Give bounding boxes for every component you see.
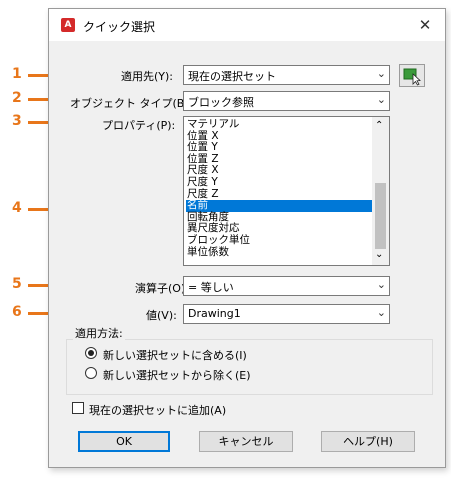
operator-label: 演算子(O):	[135, 282, 189, 295]
callout-2: 2	[12, 90, 22, 106]
include-radio-label[interactable]: 新しい選択セットに含める(I)	[103, 347, 247, 363]
properties-listbox[interactable]: マテリアル 位置 X 位置 Y 位置 Z 尺度 X 尺度 Y 尺度 Z 名前 回転角度 異尺度対応…	[183, 116, 390, 266]
value-label: 値(V):	[146, 309, 177, 322]
append-checkbox-label[interactable]: 現在の選択セットに追加(A)	[89, 402, 226, 418]
property-list-item[interactable]: 名前	[186, 200, 374, 212]
apply-method-legend: 適用方法:	[73, 325, 125, 341]
properties-label: プロパティ(P):	[102, 119, 176, 132]
object-type-value: ブロック参照	[188, 96, 254, 109]
callout-4: 4	[12, 200, 22, 216]
chevron-down-icon: ⌄	[376, 278, 386, 291]
property-list-item[interactable]: 位置 Y	[186, 142, 374, 154]
close-button[interactable]: ✕	[411, 13, 439, 37]
property-list-item[interactable]: 尺度 Z	[186, 188, 374, 201]
select-objects-icon	[403, 68, 421, 86]
chevron-down-icon: ⌄	[376, 306, 386, 319]
select-objects-button[interactable]	[399, 64, 425, 87]
window-title: クイック選択	[83, 20, 156, 34]
property-list-item[interactable]: マテリアル	[186, 118, 374, 131]
app-icon: A	[61, 18, 75, 32]
properties-scrollbar[interactable]: ⌃ ⌄	[372, 117, 389, 265]
value-value: Drawing1	[188, 307, 241, 320]
callout-3: 3	[12, 113, 22, 129]
chevron-down-icon: ⌄	[376, 93, 386, 106]
property-list-item[interactable]: ブロック単位	[186, 234, 374, 247]
value-dropdown[interactable]: Drawing1 ⌄	[183, 304, 390, 324]
exclude-radio[interactable]	[85, 367, 97, 379]
help-button[interactable]: ヘルプ(H)	[321, 431, 415, 452]
callout-1: 1	[12, 66, 22, 82]
callout-5: 5	[12, 276, 22, 292]
quick-select-dialog: A クイック選択 ✕ 適用先(Y): 現在の選択セット ⌄ オブジェクト タイプ…	[48, 8, 446, 468]
callout-6: 6	[12, 304, 22, 320]
exclude-radio-label[interactable]: 新しい選択セットから除く(E)	[103, 367, 251, 383]
operator-dropdown[interactable]: = 等しい ⌄	[183, 276, 390, 296]
scroll-up-icon[interactable]: ⌃	[375, 120, 383, 131]
cancel-button[interactable]: キャンセル	[199, 431, 293, 452]
property-list-item[interactable]: 単位係数	[186, 246, 374, 259]
apply-to-label: 適用先(Y):	[121, 70, 174, 83]
object-type-label: オブジェクト タイプ(B):	[70, 97, 193, 110]
scrollbar-thumb[interactable]	[375, 183, 386, 249]
chevron-down-icon: ⌄	[376, 67, 386, 80]
append-checkbox[interactable]	[72, 402, 84, 414]
object-type-dropdown[interactable]: ブロック参照 ⌄	[183, 91, 390, 111]
ok-button[interactable]: OK	[78, 431, 170, 452]
close-icon: ✕	[418, 16, 432, 34]
include-radio[interactable]	[85, 347, 97, 359]
apply-to-dropdown[interactable]: 現在の選択セット ⌄	[183, 65, 390, 85]
apply-to-value: 現在の選択セット	[188, 70, 276, 83]
scroll-down-icon[interactable]: ⌄	[375, 249, 383, 260]
operator-value: = 等しい	[188, 281, 234, 294]
property-list-item[interactable]: 尺度 Y	[186, 176, 374, 189]
title-bar: A クイック選択 ✕	[49, 9, 445, 41]
